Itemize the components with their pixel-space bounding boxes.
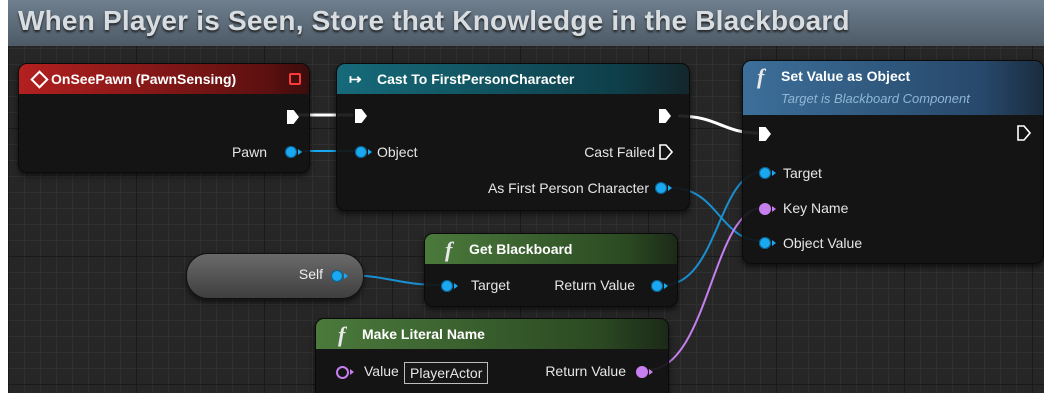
target-input-pin[interactable] (759, 167, 776, 179)
value-input-pin[interactable] (336, 366, 354, 379)
key-name-input-pin[interactable] (759, 203, 776, 215)
value-pin-label: Value (364, 363, 399, 379)
exec-in-pin[interactable] (759, 127, 771, 141)
cast-header: ↦ Cast To FirstPersonCharacter (337, 64, 689, 94)
target-input-pin[interactable] (441, 280, 458, 292)
return-value-pin-label: Return Value (545, 363, 626, 379)
f-function-icon: f (445, 237, 453, 262)
set-value-subtitle: Target is Blackboard Component (781, 91, 970, 106)
set-value-as-object-node[interactable]: f Set Value as Object Target is Blackboa… (742, 60, 1044, 264)
target-pin-label: Target (783, 165, 822, 181)
onseepawn-header: OnSeePawn (PawnSensing) (19, 64, 309, 94)
pawn-pin-label: Pawn (231, 144, 267, 160)
return-value-output-pin[interactable] (636, 366, 653, 378)
red-square-icon (289, 73, 301, 85)
cast-to-firstpersoncharacter-node[interactable]: ↦ Cast To FirstPersonCharacter Object Ca… (336, 63, 690, 211)
return-value-pin-label: Return Value (554, 277, 635, 293)
f-function-icon: f (757, 64, 765, 89)
exec-out-pin[interactable] (659, 109, 671, 123)
target-pin-label: Target (471, 277, 510, 293)
make-literal-name-node[interactable]: f Make Literal Name Value Return Value (315, 318, 669, 393)
self-label: Self (298, 266, 323, 282)
exec-out-pin[interactable] (1017, 125, 1031, 141)
make-literal-title: Make Literal Name (362, 326, 485, 342)
exec-in-pin[interactable] (355, 109, 367, 123)
key-name-pin-label: Key Name (783, 200, 849, 216)
as-first-person-character-output-pin[interactable] (655, 182, 672, 194)
comment-title: When Player is Seen, Store that Knowledg… (18, 5, 850, 36)
onseepawn-title: OnSeePawn (PawnSensing) (51, 71, 237, 87)
self-output-pin[interactable] (331, 270, 348, 282)
player-actor-name-field[interactable]: PlayerActor (404, 362, 489, 384)
diamond-icon (30, 70, 49, 89)
set-value-title: Set Value as Object (781, 68, 911, 84)
make-literal-header: f Make Literal Name (316, 319, 668, 349)
onseepawn-event-node[interactable]: OnSeePawn (PawnSensing) Pawn (18, 63, 310, 173)
return-value-output-pin[interactable] (651, 280, 668, 292)
cast-title: Cast To FirstPersonCharacter (377, 71, 575, 87)
get-blackboard-title: Get Blackboard (469, 241, 573, 257)
get-blackboard-header: f Get Blackboard (425, 234, 677, 264)
object-pin-label: Object (377, 144, 418, 160)
blueprint-graph-canvas[interactable]: When Player is Seen, Store that Knowledg… (8, 0, 1044, 393)
cast-arrows-icon: ↦ (349, 71, 362, 88)
comment-box-header[interactable]: When Player is Seen, Store that Knowledg… (8, 0, 1044, 46)
as-first-person-character-pin-label: As First Person Character (487, 180, 649, 196)
self-reference-node[interactable]: Self (186, 253, 364, 299)
object-input-pin[interactable] (355, 146, 372, 158)
pawn-output-pin[interactable] (285, 146, 302, 158)
object-value-pin-label: Object Value (783, 235, 863, 251)
get-blackboard-node[interactable]: f Get Blackboard Target Return Value (424, 233, 678, 307)
exec-out-pin[interactable] (287, 110, 299, 124)
cast-failed-exec-pin[interactable] (659, 144, 673, 160)
f-function-icon: f (338, 322, 346, 347)
cast-failed-pin-label: Cast Failed (584, 144, 655, 160)
object-value-input-pin[interactable] (759, 237, 776, 249)
set-value-header: f Set Value as Object Target is Blackboa… (743, 61, 1043, 115)
